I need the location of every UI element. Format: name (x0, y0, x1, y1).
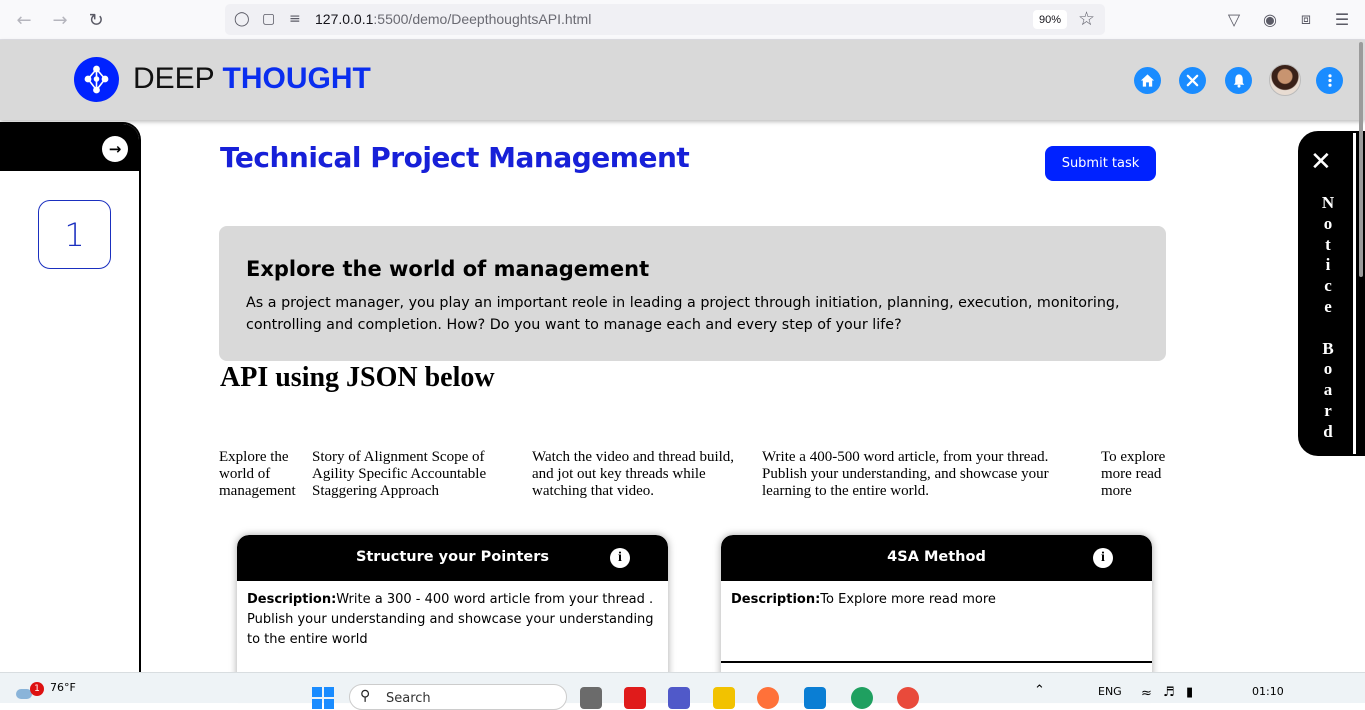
scrollbar[interactable] (1359, 42, 1363, 277)
pocket-icon[interactable]: ▽ (1223, 8, 1245, 30)
permissions-icon[interactable]: ≡ (289, 11, 301, 27)
card-title: 4SA Method (887, 549, 986, 565)
card-structure-pointers: Structure your Pointers i Description:Wr… (237, 535, 668, 695)
url-text[interactable]: 127.0.0.1:5500/demo/DeepthoughtsAPI.html (315, 11, 591, 27)
intro-title: Explore the world of management (246, 257, 650, 281)
card-description: Description:To Explore more read more (731, 592, 996, 607)
taskbar-search[interactable]: ⚲ Search (349, 684, 567, 710)
notice-letter: d (1323, 421, 1333, 441)
divider (721, 661, 1152, 663)
chrome-icon[interactable] (897, 687, 919, 709)
bell-icon[interactable] (1225, 67, 1252, 94)
notice-letter: B (1322, 338, 1334, 358)
notice-letter: t (1325, 234, 1331, 254)
notice-board-label: Notice Board (1318, 193, 1338, 443)
intro-description: As a project manager, you play an import… (246, 295, 1120, 333)
card-description: Description:Write a 300 - 400 word artic… (247, 592, 654, 647)
api-cell: Story of Alignment Scope of Agility Spec… (312, 449, 487, 499)
page-icon: ▢ (262, 11, 276, 27)
notice-letter: e (1324, 296, 1332, 316)
arrow-right-icon[interactable]: → (102, 136, 128, 162)
notice-letter (1318, 318, 1338, 339)
shield-icon[interactable]: ◯ (234, 11, 250, 27)
left-sidebar: → 1 (0, 122, 141, 682)
sidebar-header: → (0, 124, 139, 171)
weather-badge: 1 (30, 682, 44, 696)
account-icon[interactable]: ◉ (1259, 8, 1281, 30)
api-cell: Write a 400-500 word article, from your … (762, 449, 1049, 499)
taskbar: 1 76°F ⚲ Search ⌃ ENG ≈ ♬ ▮ 01:10 (0, 672, 1365, 710)
api-cell: Watch the video and thread build, and jo… (532, 449, 735, 499)
api-cell: To explore more read more (1101, 449, 1166, 499)
notice-letter: r (1324, 400, 1332, 420)
card-4sa-method: 4SA Method i Description:To Explore more… (721, 535, 1152, 695)
notice-letter: o (1323, 213, 1333, 233)
avatar[interactable] (1269, 64, 1301, 96)
bookmark-star-icon[interactable]: ☆ (1078, 8, 1095, 30)
vscode-icon[interactable] (804, 687, 826, 709)
logo-icon[interactable] (74, 57, 119, 102)
notice-letter: o (1323, 359, 1333, 379)
notice-letter: c (1324, 276, 1332, 296)
notice-letter: N (1321, 193, 1335, 212)
info-icon[interactable]: i (1093, 548, 1113, 568)
zoom-badge[interactable]: 90% (1033, 10, 1067, 29)
home-icon[interactable] (1134, 67, 1161, 94)
url-bar[interactable]: ◯ ▢ ≡ 127.0.0.1:5500/demo/DeepthoughtsAP… (225, 4, 1105, 35)
wifi-icon[interactable]: ≈ (1141, 686, 1152, 701)
search-icon: ⚲ (360, 688, 371, 704)
reload-icon[interactable]: ↻ (84, 8, 108, 32)
submit-task-button[interactable]: Submit task (1045, 146, 1156, 181)
card-header: Structure your Pointers i (237, 535, 668, 581)
page-title: Technical Project Management (220, 141, 690, 174)
menu-icon[interactable]: ☰ (1331, 8, 1353, 30)
edge-icon[interactable] (851, 687, 873, 709)
windows-start-icon[interactable] (312, 687, 334, 709)
more-icon[interactable] (1316, 67, 1343, 94)
info-icon[interactable]: i (610, 548, 630, 568)
step-number[interactable]: 1 (38, 200, 111, 269)
divider (1353, 133, 1356, 454)
tools-icon[interactable] (1179, 67, 1206, 94)
back-icon[interactable]: ← (12, 8, 36, 32)
temperature[interactable]: 76°F (50, 681, 76, 694)
firefox-icon[interactable] (757, 687, 779, 709)
site-header: DEEP THOUGHT (0, 40, 1365, 120)
language-indicator[interactable]: ENG (1098, 685, 1122, 698)
file-explorer-icon[interactable] (713, 687, 735, 709)
card-title: Structure your Pointers (355, 549, 550, 565)
browser-toolbar: ← → ↻ ◯ ▢ ≡ 127.0.0.1:5500/demo/Deepthou… (0, 0, 1365, 40)
close-icon[interactable]: ✕ (1310, 147, 1332, 177)
intro-card: Explore the world of management As a pro… (219, 226, 1166, 361)
api-heading: API using JSON below (220, 362, 495, 393)
task-view-icon[interactable] (580, 687, 602, 709)
clock[interactable]: 01:10 (1252, 685, 1284, 698)
logo-text[interactable]: DEEP THOUGHT (133, 62, 371, 96)
forward-icon[interactable]: → (48, 8, 72, 32)
notice-letter: a (1323, 380, 1333, 400)
battery-icon[interactable]: ▮ (1186, 685, 1193, 700)
notice-board[interactable]: ✕ Notice Board (1298, 131, 1365, 456)
chevron-up-icon[interactable]: ⌃ (1034, 683, 1045, 698)
card-header: 4SA Method i (721, 535, 1152, 581)
extensions-icon[interactable]: ⧈ (1295, 8, 1317, 30)
volume-icon[interactable]: ♬ (1163, 685, 1175, 700)
youtube-icon[interactable] (624, 687, 646, 709)
notice-letter: i (1325, 255, 1331, 275)
api-cell: Explore the world of management (219, 449, 296, 499)
teams-icon[interactable] (668, 687, 690, 709)
